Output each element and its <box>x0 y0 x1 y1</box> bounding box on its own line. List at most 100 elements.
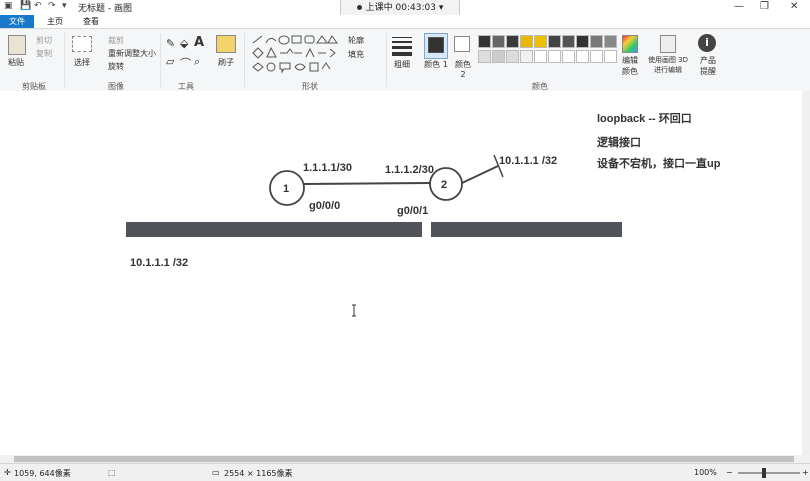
palette-swatch[interactable] <box>520 35 533 48</box>
palette-swatch[interactable] <box>576 50 589 63</box>
palette-swatch[interactable] <box>506 35 519 48</box>
paste-button[interactable]: 粘贴 <box>8 57 24 68</box>
palette-swatch[interactable] <box>506 50 519 63</box>
note-loopback-title: loopback -- 环回口 <box>597 111 692 125</box>
color2-swatch[interactable] <box>454 36 470 52</box>
loopback-line <box>461 165 499 184</box>
bottom-ip-label: 10.1.1.1 /32 <box>130 257 188 269</box>
palette-swatch[interactable] <box>478 50 491 63</box>
palette-swatch[interactable] <box>548 50 561 63</box>
paint-app-icon: ▣ <box>4 1 13 11</box>
size-button[interactable]: 粗细 <box>394 59 410 70</box>
color2-label: 颜色 2 <box>455 60 471 79</box>
palette-swatch[interactable] <box>562 35 575 48</box>
eraser-icon[interactable]: ▱ <box>166 55 174 68</box>
palette-swatch[interactable] <box>534 50 547 63</box>
pencil-icon[interactable]: ✎ <box>166 37 175 50</box>
palette-swatch[interactable] <box>520 50 533 63</box>
shape-outline-button[interactable]: 轮廓 <box>348 35 364 46</box>
palette-swatch[interactable] <box>604 35 617 48</box>
selection-size-icon: ⬚ <box>108 468 116 477</box>
palette-swatch[interactable] <box>604 50 617 63</box>
palette-swatch[interactable] <box>562 50 575 63</box>
palette-swatch[interactable] <box>492 50 505 63</box>
edit-colors-icon[interactable] <box>622 35 638 53</box>
palette-swatch[interactable] <box>548 35 561 48</box>
node-2-label: 2 <box>441 179 447 191</box>
cut-button[interactable]: 剪切 <box>36 35 52 46</box>
brushes-button[interactable]: 刷子 <box>218 57 234 68</box>
paint-3d-icon[interactable] <box>660 35 676 53</box>
vertical-scrollbar[interactable] <box>802 91 810 455</box>
save-icon[interactable]: 💾 <box>20 1 31 11</box>
rotate-button[interactable]: 旋转 <box>108 61 124 72</box>
quick-access-dropdown-icon[interactable]: ▾ <box>62 1 67 11</box>
minimize-button[interactable]: — <box>734 1 744 12</box>
text-cursor-icon <box>352 304 356 317</box>
crop-button[interactable]: 裁剪 <box>108 35 124 46</box>
undo-icon[interactable]: ↶ <box>34 1 42 11</box>
drawing-canvas[interactable]: 1 2 1.1.1.1/30 1.1.1.2/30 g0/0/0 g0/0/1 … <box>0 91 810 455</box>
zoom-out-button[interactable]: − <box>726 468 733 477</box>
paste-icon[interactable] <box>8 35 26 55</box>
brush-icon[interactable] <box>216 35 236 53</box>
paint-3d-button[interactable]: 使用画图 3D 进行编辑 <box>646 55 690 75</box>
link-line <box>303 182 431 185</box>
close-button[interactable]: ✕ <box>790 1 798 12</box>
scrollbar-thumb[interactable] <box>14 456 794 462</box>
cursor-position: 1059, 644像素 <box>14 469 71 478</box>
ribbon-separator <box>244 33 245 87</box>
magnifier-icon[interactable]: ⌕ <box>194 55 200 69</box>
maximize-button[interactable]: ❐ <box>760 1 769 12</box>
color1-swatch <box>428 37 444 53</box>
highlight-bar-left <box>126 222 422 237</box>
note-logical-interface: 逻辑接口 <box>597 135 641 149</box>
select-icon[interactable] <box>72 36 92 52</box>
tab-file[interactable]: 文件 <box>0 15 34 28</box>
palette-swatch[interactable] <box>576 35 589 48</box>
info-icon[interactable]: i <box>698 34 716 52</box>
window-title: 无标题 - 画图 <box>78 4 132 14</box>
interface-label-g000: g0/0/0 <box>309 200 340 212</box>
color-picker-icon[interactable]: ⌒ <box>180 55 191 71</box>
ribbon-separator <box>160 33 161 87</box>
shape-fill-button[interactable]: 填充 <box>348 49 364 60</box>
cursor-position-icon: ✛ <box>4 468 11 477</box>
redo-icon[interactable]: ↷ <box>48 1 56 11</box>
palette-swatch[interactable] <box>534 35 547 48</box>
palette-swatch[interactable] <box>478 35 491 48</box>
tab-home[interactable]: 主页 <box>40 15 70 28</box>
record-dot-icon <box>356 5 362 10</box>
palette-swatch[interactable] <box>590 35 603 48</box>
product-alert-button[interactable]: 产品提醒 <box>698 55 718 77</box>
copy-button[interactable]: 复制 <box>36 48 52 59</box>
highlight-bar-right <box>431 222 622 237</box>
color1-selector[interactable] <box>424 33 448 59</box>
image-size-icon: ▭ <box>212 468 220 477</box>
interface-label-g001: g0/0/1 <box>397 205 428 217</box>
ribbon: 粘贴 剪切 复制 剪贴板 选择 裁剪 重新调整大小 旋转 图像 ✎ ⬙ A ▱ … <box>0 28 810 92</box>
color1-label: 颜色 1 <box>424 60 448 69</box>
ribbon-tabs: 文件 主页 查看 <box>0 15 810 28</box>
node-1-label: 1 <box>283 183 289 195</box>
image-dimensions: 2554 × 1165像素 <box>224 469 293 478</box>
tab-view[interactable]: 查看 <box>76 15 106 28</box>
shapes-gallery[interactable] <box>250 33 340 77</box>
palette-swatch[interactable] <box>492 35 505 48</box>
edit-colors-button[interactable]: 编辑颜色 <box>620 55 640 77</box>
zoom-in-button[interactable]: + <box>802 468 809 477</box>
zoom-level: 100% <box>694 468 717 477</box>
size-icon[interactable] <box>392 37 412 56</box>
palette-swatch[interactable] <box>590 50 603 63</box>
text-tool-icon[interactable]: A <box>194 35 204 50</box>
zoom-slider[interactable] <box>738 468 800 478</box>
note-always-up: 设备不宕机，接口一直up <box>597 156 721 170</box>
horizontal-scrollbar[interactable] <box>0 455 810 463</box>
ip-label-1: 1.1.1.1/30 <box>303 162 352 174</box>
zoom-slider-knob[interactable] <box>762 468 766 478</box>
resize-button[interactable]: 重新调整大小 <box>108 48 156 59</box>
select-button[interactable]: 选择 <box>74 57 90 68</box>
ip-label-2: 1.1.1.2/30 <box>385 164 434 176</box>
ribbon-separator <box>386 33 387 87</box>
fill-icon[interactable]: ⬙ <box>180 37 188 50</box>
